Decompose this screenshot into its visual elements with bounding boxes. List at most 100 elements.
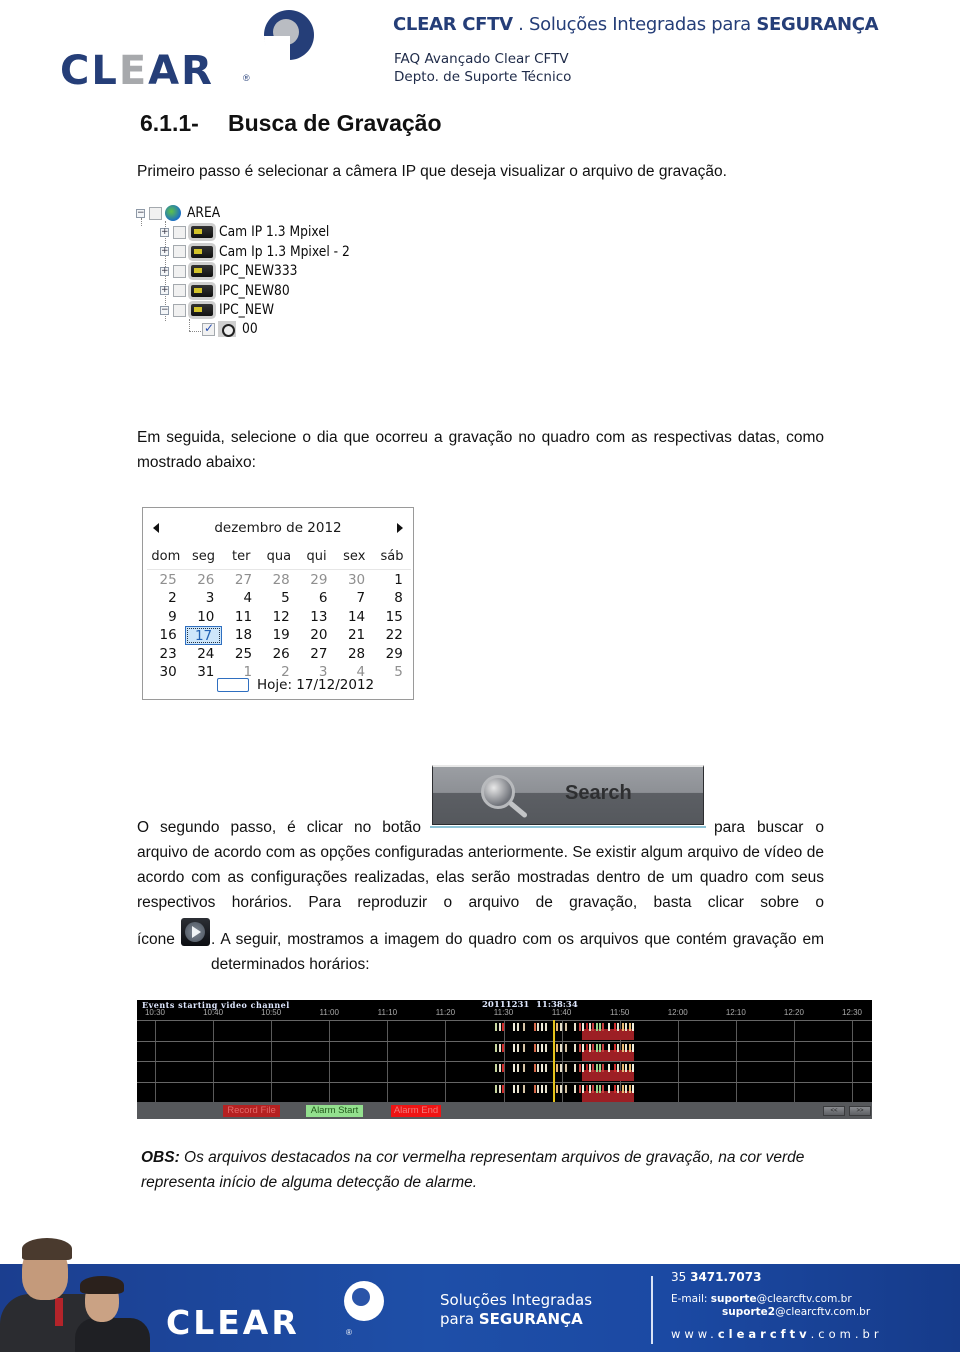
event-marker[interactable]	[579, 1023, 581, 1032]
event-marker[interactable]	[498, 1023, 501, 1032]
event-marker[interactable]	[625, 1064, 628, 1073]
calendar-day[interactable]: 27	[222, 571, 260, 589]
calendar-day[interactable]: 13	[298, 608, 336, 626]
event-marker[interactable]	[595, 1084, 598, 1093]
event-marker[interactable]	[595, 1064, 598, 1073]
event-marker[interactable]	[621, 1023, 624, 1032]
event-marker[interactable]	[498, 1043, 501, 1052]
calendar-day[interactable]: 27	[298, 645, 336, 663]
event-marker[interactable]	[579, 1064, 581, 1073]
event-marker[interactable]	[598, 1084, 601, 1093]
calendar-day[interactable]: 11	[222, 608, 260, 626]
event-marker[interactable]	[512, 1084, 515, 1093]
expand-icon[interactable]: +	[160, 266, 169, 276]
calendar-day[interactable]: 28	[260, 571, 298, 589]
event-marker[interactable]	[588, 1084, 591, 1093]
event-marker[interactable]	[560, 1043, 563, 1052]
event-marker[interactable]	[628, 1084, 631, 1093]
event-marker[interactable]	[512, 1064, 515, 1073]
timeline-prev-button[interactable]: <<	[823, 1106, 845, 1116]
tree-node-device[interactable]: + Cam IP 1.3 Mpixel	[160, 222, 344, 242]
event-marker[interactable]	[582, 1064, 585, 1073]
event-marker[interactable]	[533, 1064, 536, 1073]
event-marker[interactable]	[602, 1043, 605, 1052]
collapse-icon[interactable]: −	[136, 208, 145, 218]
event-marker[interactable]	[541, 1023, 544, 1032]
event-marker[interactable]	[502, 1023, 505, 1032]
event-marker[interactable]	[608, 1084, 611, 1093]
collapse-icon[interactable]: −	[160, 305, 169, 315]
tree-checkbox[interactable]	[173, 284, 186, 297]
expand-icon[interactable]: +	[160, 286, 169, 295]
event-marker[interactable]	[608, 1064, 611, 1073]
calendar-day[interactable]: 24	[185, 645, 223, 663]
calendar-day[interactable]: 30	[147, 663, 185, 681]
event-marker[interactable]	[555, 1043, 558, 1052]
tree-checkbox[interactable]	[173, 264, 186, 278]
timeline-cursor[interactable]	[553, 1020, 556, 1102]
event-marker[interactable]	[592, 1023, 595, 1032]
event-marker[interactable]	[536, 1064, 539, 1073]
event-marker[interactable]	[617, 1064, 620, 1073]
event-marker[interactable]	[517, 1084, 520, 1093]
event-marker[interactable]	[498, 1064, 501, 1073]
calendar-day[interactable]: 28	[335, 645, 373, 663]
event-marker[interactable]	[608, 1043, 611, 1052]
event-marker[interactable]	[602, 1064, 605, 1073]
event-marker[interactable]	[625, 1084, 628, 1093]
event-marker[interactable]	[585, 1084, 588, 1093]
calendar-month-title[interactable]: dezembro de 2012	[143, 520, 413, 536]
event-marker[interactable]	[565, 1064, 568, 1073]
calendar-day[interactable]: 5	[373, 663, 411, 681]
event-marker[interactable]	[621, 1043, 624, 1052]
tree-checkbox[interactable]	[173, 225, 186, 239]
event-marker[interactable]	[632, 1084, 635, 1093]
event-marker[interactable]	[541, 1064, 544, 1073]
calendar-day[interactable]: 16	[147, 626, 185, 644]
event-marker[interactable]	[613, 1043, 616, 1052]
calendar-day[interactable]: 18	[222, 626, 260, 644]
event-marker[interactable]	[598, 1064, 601, 1073]
event-marker[interactable]	[517, 1064, 520, 1073]
email-link[interactable]: suporte2@clearcftv.com.br	[671, 1306, 870, 1319]
event-marker[interactable]	[517, 1043, 520, 1052]
calendar-day[interactable]: 20	[298, 626, 336, 644]
tree-checkbox-checked[interactable]	[202, 321, 215, 336]
event-marker[interactable]	[574, 1023, 577, 1032]
event-marker[interactable]	[628, 1064, 631, 1073]
event-marker[interactable]	[621, 1064, 624, 1073]
calendar-day[interactable]: 4	[222, 589, 260, 607]
event-marker[interactable]	[574, 1084, 577, 1093]
calendar-day[interactable]: 2	[147, 589, 185, 607]
event-marker[interactable]	[512, 1043, 515, 1052]
event-marker[interactable]	[495, 1084, 498, 1093]
event-marker[interactable]	[595, 1043, 598, 1052]
event-marker[interactable]	[533, 1043, 536, 1052]
calendar-day[interactable]: 10	[185, 608, 223, 626]
event-marker[interactable]	[533, 1023, 536, 1032]
next-month-arrow-icon[interactable]	[397, 523, 403, 533]
calendar-day[interactable]: 29	[373, 645, 411, 663]
event-marker[interactable]	[632, 1043, 635, 1052]
event-marker[interactable]	[628, 1023, 631, 1032]
event-marker[interactable]	[613, 1023, 616, 1032]
calendar-day[interactable]: 22	[373, 626, 411, 644]
tree-node-device[interactable]: + IPC_NEW80	[160, 281, 299, 301]
expand-icon[interactable]: +	[160, 227, 169, 237]
event-marker[interactable]	[536, 1043, 539, 1052]
event-marker[interactable]	[545, 1043, 548, 1052]
event-marker[interactable]	[574, 1043, 577, 1052]
event-marker[interactable]	[502, 1043, 505, 1052]
tree-node-root[interactable]: − AREA	[136, 203, 225, 223]
event-marker[interactable]	[625, 1023, 628, 1032]
event-marker[interactable]	[522, 1043, 525, 1052]
calendar-day[interactable]: 26	[185, 571, 223, 589]
search-button[interactable]: Search	[432, 765, 704, 825]
event-marker[interactable]	[555, 1064, 558, 1073]
calendar-day[interactable]: 5	[260, 589, 298, 607]
tree-checkbox[interactable]	[173, 245, 186, 258]
event-marker[interactable]	[579, 1084, 581, 1093]
event-marker[interactable]	[555, 1084, 558, 1093]
event-marker[interactable]	[613, 1084, 616, 1093]
event-marker[interactable]	[602, 1023, 605, 1032]
